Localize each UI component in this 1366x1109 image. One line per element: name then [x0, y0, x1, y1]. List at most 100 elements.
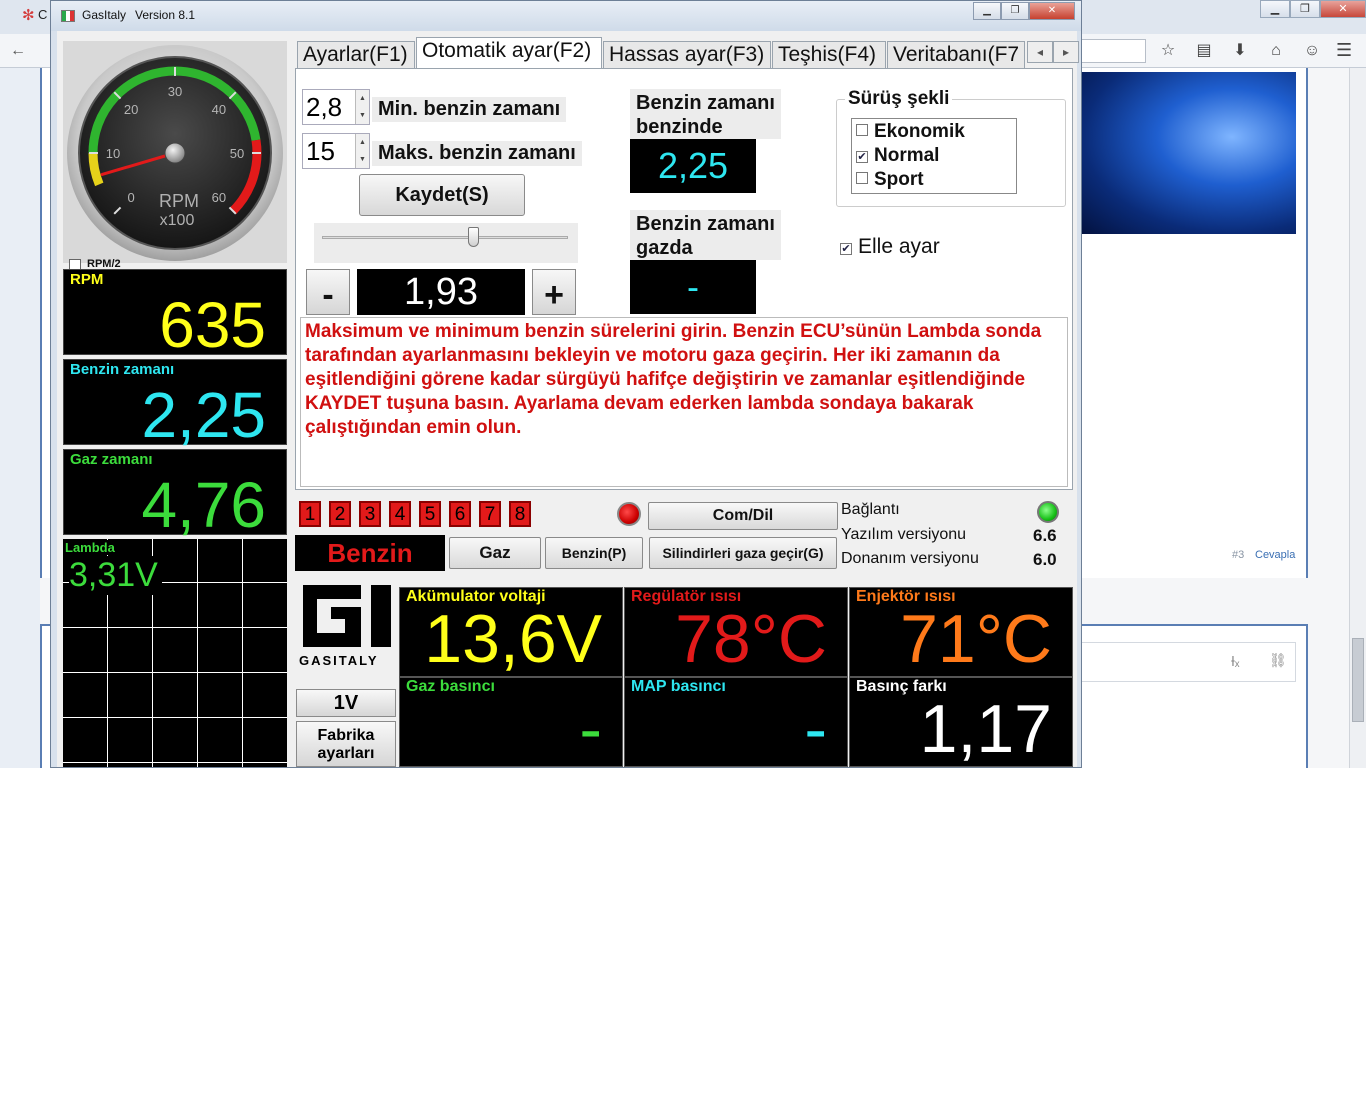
link-icon[interactable]: ⛓ — [1269, 652, 1287, 669]
cylinder-3-indicator: 3 — [359, 501, 381, 527]
software-version-label: Yazılım versiyonu — [841, 526, 967, 543]
gauge-tick-label: 20 — [124, 102, 138, 117]
gauge-unit-multiplier: x100 — [160, 212, 195, 229]
cylinder-8-indicator: 8 — [509, 501, 531, 527]
bookmark-star-icon[interactable]: ☆ — [1156, 40, 1180, 62]
driving-mode-economic[interactable]: Ekonomik — [856, 121, 965, 145]
scrollbar-thumb[interactable] — [1352, 638, 1364, 722]
battery-voltage-tile: Akümulator voltaji 13,6V — [399, 587, 623, 677]
checkbox-checked-icon[interactable]: ✔ — [840, 243, 852, 255]
rpm-readout: RPM 635 — [63, 269, 287, 361]
slider-thumb[interactable] — [467, 227, 479, 247]
current-adjustment-value: 1,93 — [357, 269, 525, 315]
gauge-hub — [164, 142, 186, 164]
petrol-time-label: Benzin zamanı — [70, 361, 175, 378]
maximize-icon[interactable]: ❐ — [1290, 0, 1320, 18]
max-petrol-time-input[interactable]: 15 ▲ ▼ — [302, 133, 370, 169]
connection-led-icon — [1037, 501, 1059, 523]
hardware-version-label: Donanım versiyonu — [841, 550, 979, 567]
factory-settings-button[interactable]: Fabrika ayarları — [296, 721, 396, 767]
download-icon[interactable]: ⬇ — [1228, 40, 1252, 62]
back-arrow-icon[interactable]: ← — [10, 42, 26, 60]
petrol-time-in-gas-label: Benzin zamanı gazda — [630, 210, 781, 260]
close-icon[interactable]: ✕ — [1320, 0, 1366, 18]
tab-scroll-arrows: ◂ ▸ — [1027, 41, 1079, 63]
adjustment-slider[interactable] — [314, 223, 578, 263]
tab-scroll-left-icon[interactable]: ◂ — [1027, 41, 1053, 63]
gauge-tick-label: 50 — [230, 146, 244, 161]
smiley-icon[interactable]: ☺ — [1300, 40, 1324, 62]
lambda-label: Lambda — [65, 540, 115, 555]
cylinder-2-indicator: 2 — [329, 501, 351, 527]
rpm-value: 635 — [159, 289, 266, 361]
factory-line-1: Fabrika — [317, 727, 375, 744]
browser-search-box[interactable] — [1078, 39, 1146, 63]
max-petrol-time-label: Maks. benzin zamanı — [372, 141, 582, 166]
home-icon[interactable]: ⌂ — [1264, 40, 1288, 62]
decrease-button[interactable]: - — [306, 269, 350, 315]
save-button[interactable]: Kaydet(S) — [359, 174, 525, 216]
checkbox-icon[interactable] — [856, 172, 868, 184]
browser-scrollbar[interactable] — [1349, 68, 1366, 768]
spinner-arrows-icon[interactable]: ▲ ▼ — [355, 90, 369, 124]
gas-button[interactable]: Gaz — [449, 537, 541, 569]
cylinder-6-indicator: 6 — [449, 501, 471, 527]
map-pressure-label: MAP basıncı — [631, 678, 726, 695]
clear-format-icon[interactable]: Ɨₓ — [1231, 653, 1239, 669]
connection-label: Bağlantı — [841, 501, 900, 518]
label-line-2: gazda — [636, 237, 693, 259]
increase-button[interactable]: + — [532, 269, 576, 315]
factory-line-2: ayarları — [317, 745, 375, 762]
mode-label: Ekonomik — [874, 121, 965, 142]
min-petrol-time-value: 2,8 — [306, 92, 343, 122]
cylinder-4-indicator: 4 — [389, 501, 411, 527]
label-line-1: Benzin zamanı — [636, 213, 775, 235]
driving-mode-sport[interactable]: Sport — [856, 169, 924, 193]
gasitaly-window: GasItaly Version 8.1 ▁ ❐ ✕ 0 10 20 30 40… — [50, 0, 1082, 768]
minimize-icon[interactable]: ▁ — [1260, 0, 1290, 18]
tab-database[interactable]: Veritabanı(F7 — [887, 41, 1025, 69]
app-client-area: 0 10 20 30 40 50 60 RPM x100 RPM/2 RPM 635 Ben… — [57, 31, 1079, 767]
minimize-icon[interactable]: ▁ — [973, 2, 1001, 20]
slider-track — [322, 236, 568, 239]
com-language-button[interactable]: Com/Dil — [648, 502, 838, 530]
driving-mode-normal[interactable]: ✔ Normal — [856, 145, 939, 169]
manual-setting-checkbox[interactable]: ✔ Elle ayar — [840, 235, 940, 259]
driving-mode-group: Sürüş şekli Ekonomik ✔ Normal Sport — [836, 88, 1066, 207]
switch-cylinders-to-gas-button[interactable]: Silindirleri gaza geçir(G) — [649, 537, 837, 569]
checkbox-checked-icon[interactable]: ✔ — [856, 151, 868, 163]
app-version: Version 8.1 — [135, 8, 196, 22]
browser-tab-title[interactable]: C — [38, 7, 47, 22]
hamburger-menu-icon[interactable]: ☰ — [1336, 40, 1352, 61]
cylinder-7-indicator: 7 — [479, 501, 501, 527]
spinner-arrows-icon[interactable]: ▲ ▼ — [355, 134, 369, 168]
one-v-button[interactable]: 1V — [296, 689, 396, 717]
min-petrol-time-label: Min. benzin zamanı — [372, 97, 567, 122]
min-petrol-time-input[interactable]: 2,8 ▲ ▼ — [302, 89, 370, 125]
lambda-value: 3,31V — [69, 556, 162, 595]
browser-window-controls: ▁ ❐ ✕ — [1260, 0, 1366, 20]
tab-fine-tune[interactable]: Hassas ayar(F3) — [603, 41, 771, 69]
tab-diagnostics[interactable]: Teşhis(F4) — [772, 41, 886, 69]
checkbox-icon[interactable] — [856, 124, 868, 136]
tab-scroll-right-icon[interactable]: ▸ — [1053, 41, 1079, 63]
petrol-p-button[interactable]: Benzin(P) — [545, 537, 643, 569]
petrol-time-in-petrol-label: Benzin zamanı benzinde — [630, 89, 781, 139]
tab-settings[interactable]: Ayarlar(F1) — [297, 41, 415, 69]
logo-text: GASITALY — [299, 653, 379, 668]
auto-tune-panel: 2,8 ▲ ▼ Min. benzin zamanı 15 ▲ ▼ Maks. be… — [295, 68, 1073, 490]
gas-pressure-tile: Gaz basıncı - — [399, 677, 623, 767]
tab-auto-tune[interactable]: Otomatik ayar(F2) — [416, 37, 602, 69]
petrol-time-in-petrol-value: 2,25 — [630, 139, 756, 193]
gas-time-label: Gaz zamanı — [70, 451, 153, 468]
reply-link[interactable]: Cevapla — [1255, 549, 1295, 561]
tab-bar: Ayarlar(F1) Otomatik ayar(F2) Hassas aya… — [297, 37, 1079, 69]
reading-list-icon[interactable]: ▤ — [1192, 40, 1216, 62]
italy-flag-icon — [61, 10, 75, 22]
gas-time-value: 4,76 — [141, 469, 266, 541]
mode-label: Sport — [874, 169, 924, 190]
fuel-mode-indicator: Benzin — [295, 535, 445, 571]
hardware-version-value: 6.0 — [1033, 550, 1057, 569]
close-icon[interactable]: ✕ — [1029, 2, 1075, 20]
maximize-icon[interactable]: ❐ — [1001, 2, 1029, 20]
